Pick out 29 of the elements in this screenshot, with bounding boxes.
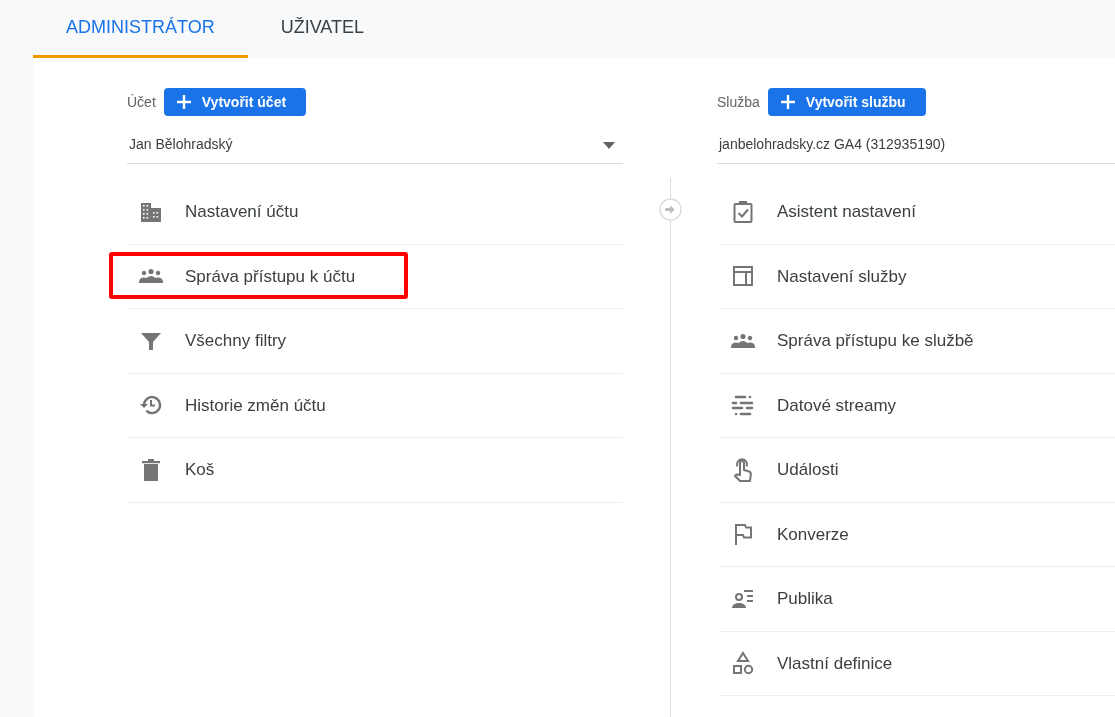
menu-item[interactable]: Datové streamy: [719, 373, 1115, 438]
trash-icon: [139, 457, 163, 482]
section-label: Účet: [127, 92, 156, 112]
menu-item[interactable]: Nastavení služby: [719, 244, 1115, 309]
menu-item[interactable]: Události: [719, 438, 1115, 503]
menu-item[interactable]: Správa přístupu k účtu: [127, 244, 623, 309]
plus-icon: [175, 94, 192, 110]
plus-icon: [779, 94, 796, 110]
menu-item[interactable]: Historie změn účtu: [127, 373, 623, 438]
create-button[interactable]: Vytvořit účet: [163, 88, 307, 116]
menu-item[interactable]: Koš: [127, 438, 623, 503]
streams-icon: [731, 393, 755, 418]
menu-item[interactable]: Správa přístupu ke službě: [719, 309, 1115, 374]
menu-item[interactable]: Vlastní definice: [719, 631, 1115, 696]
menu-item[interactable]: Publika: [719, 567, 1115, 632]
dropdown-field[interactable]: Jan Bělohradský: [127, 128, 623, 164]
create-button[interactable]: Vytvořit službu: [767, 88, 926, 116]
tab[interactable]: UŽIVATEL: [247, 0, 398, 58]
menu-item[interactable]: Asistent nastavení: [719, 180, 1115, 245]
menu-item[interactable]: Konverze: [719, 502, 1115, 567]
shapes-icon: [731, 651, 755, 676]
menu-item[interactable]: Všechny filtry: [127, 309, 623, 374]
touch-hand-icon: [731, 457, 755, 482]
caret-icon: [603, 141, 615, 149]
dropdown-field[interactable]: janbelohradsky.cz GA4 (312935190): [717, 128, 1115, 164]
layout-icon: [731, 264, 755, 289]
clipboard-check-icon: [731, 199, 755, 224]
section-label: Služba: [717, 92, 760, 112]
menu-item[interactable]: Nastavení účtu: [127, 180, 623, 245]
